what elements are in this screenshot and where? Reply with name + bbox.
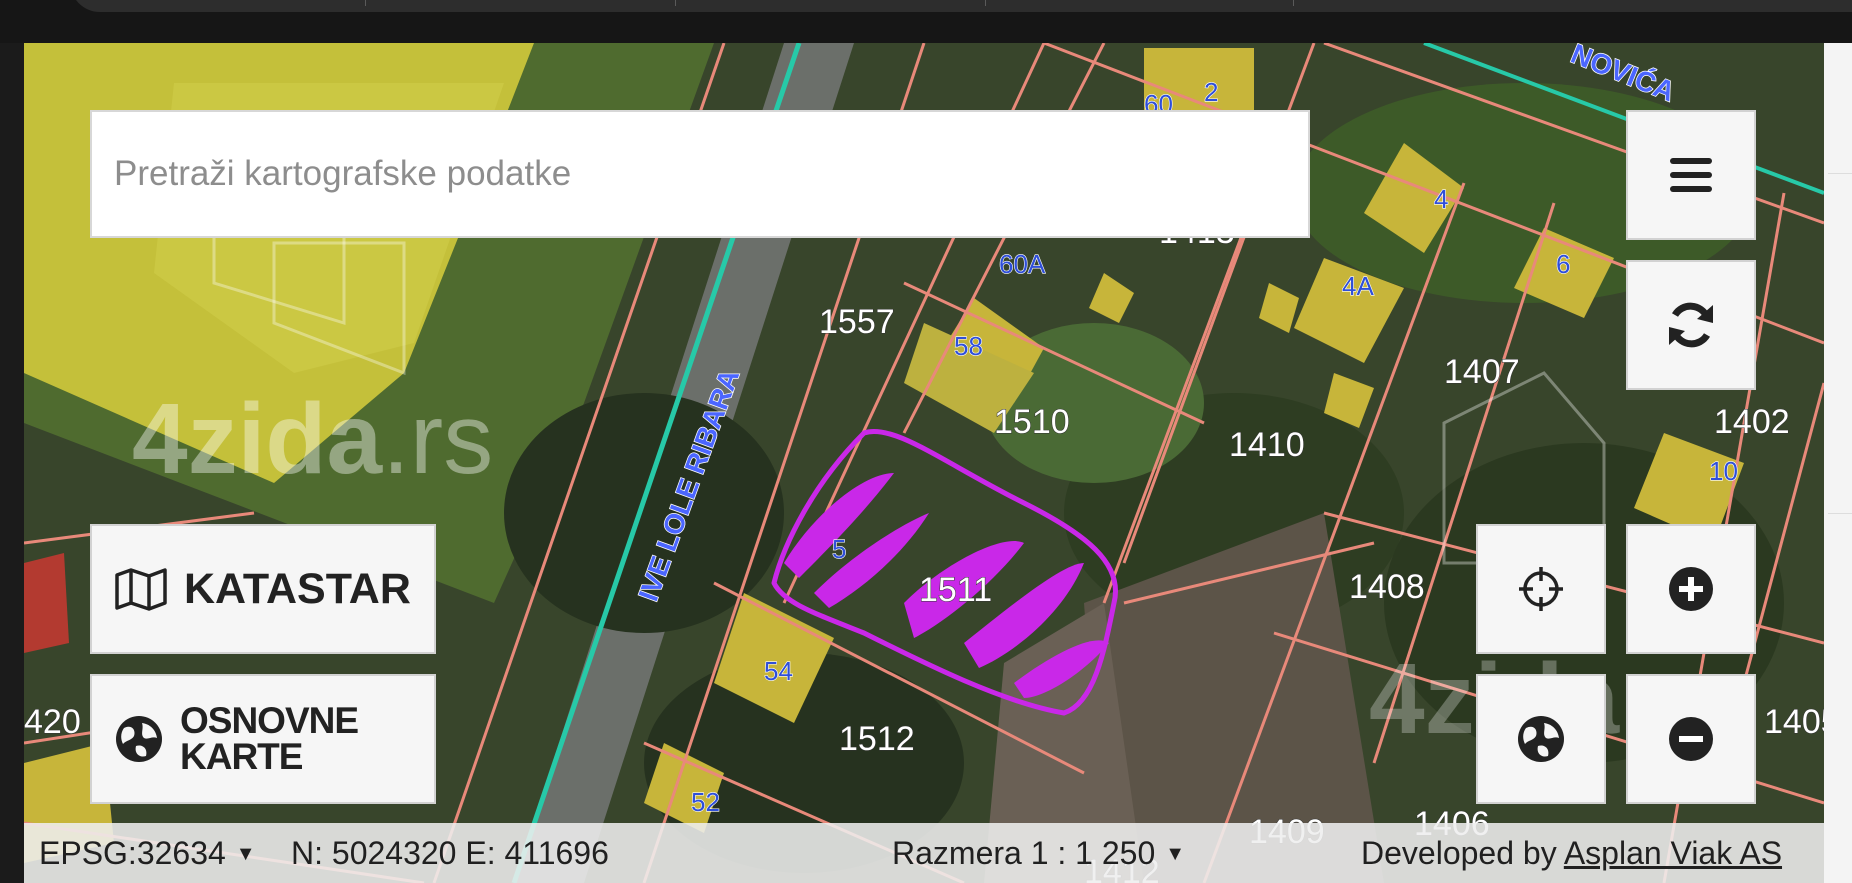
coordinates-readout: N: 5024320 E: 411696 — [291, 835, 609, 871]
caret-down-icon: ▼ — [1165, 843, 1186, 865]
credit: Developed by Asplan Viak AS — [1361, 835, 1782, 872]
parcel-number: 1410 — [1229, 426, 1305, 464]
zoom-in-button[interactable] — [1626, 524, 1756, 654]
refresh-icon — [1669, 302, 1713, 348]
house-number: 10 — [1709, 456, 1738, 486]
house-number: 4 — [1434, 184, 1448, 214]
parcel-number: 1511 — [919, 571, 992, 609]
tab-separator — [1293, 0, 1294, 6]
zoom-out-button[interactable] — [1626, 674, 1756, 804]
house-number: 5 — [832, 534, 846, 564]
osnovne-label-line1: OSNOVNE — [180, 700, 359, 741]
refresh-button[interactable] — [1626, 260, 1756, 390]
house-number: 54 — [764, 656, 793, 686]
katastar-label: KATASTAR — [184, 564, 411, 613]
credit-prefix: Developed by — [1361, 835, 1557, 871]
parcel-number: 420 — [24, 703, 81, 741]
caret-down-icon: ▼ — [235, 843, 256, 865]
parcel-number: 1512 — [839, 720, 915, 758]
browser-top-bar — [0, 0, 1852, 43]
house-number: 4A — [1342, 271, 1374, 301]
osnovne-label-line2: KARTE — [180, 736, 303, 777]
locate-icon — [1519, 567, 1563, 611]
osnovne-karte-button[interactable]: OSNOVNE KARTE — [90, 674, 436, 804]
globe-button[interactable] — [1476, 674, 1606, 804]
parcel-number: 1405 — [1764, 703, 1824, 741]
locate-button[interactable] — [1476, 524, 1606, 654]
parcel-number: 1557 — [819, 303, 895, 341]
watermark-brand: 4zida.rs — [132, 383, 493, 495]
status-bar: EPSG:32634 ▼ N: 5024320 E: 411696 Razmera… — [24, 823, 1824, 883]
katastar-button[interactable]: KATASTAR — [90, 524, 436, 654]
parcel-number: 1408 — [1349, 568, 1425, 606]
browser-tab-strip — [70, 0, 1852, 12]
basemap-globe-icon — [116, 716, 162, 762]
zoom-out-icon — [1669, 717, 1713, 761]
parcel-number: 1510 — [994, 403, 1070, 441]
house-number: 52 — [691, 787, 720, 817]
projection-select[interactable]: EPSG:32634 ▼ — [39, 835, 256, 872]
house-number: 60A — [999, 249, 1046, 279]
scale-select[interactable]: Razmera 1 : 1 250 ▼ — [892, 835, 1185, 872]
menu-button[interactable] — [1626, 110, 1756, 240]
house-number: 6 — [1556, 249, 1570, 279]
parcel-number: 1402 — [1714, 403, 1790, 441]
map-icon — [115, 568, 167, 611]
tab-separator — [365, 0, 366, 6]
search-input[interactable]: Pretraži kartografske podatke — [90, 110, 1310, 238]
house-number: 58 — [954, 331, 983, 361]
projection-value: EPSG:32634 — [39, 835, 226, 871]
parcel-number: 1407 — [1444, 353, 1520, 391]
credit-link[interactable]: Asplan Viak AS — [1564, 835, 1782, 871]
zoom-in-icon — [1669, 567, 1713, 611]
tab-separator — [675, 0, 676, 6]
tab-separator — [985, 0, 986, 6]
house-number: 2 — [1204, 77, 1218, 107]
scale-value: Razmera 1 : 1 250 — [892, 835, 1156, 871]
globe-icon — [1518, 716, 1564, 762]
side-scroll-strip — [1824, 43, 1852, 883]
menu-icon — [1670, 158, 1712, 192]
osnovne-karte-label: OSNOVNE KARTE — [180, 700, 359, 777]
